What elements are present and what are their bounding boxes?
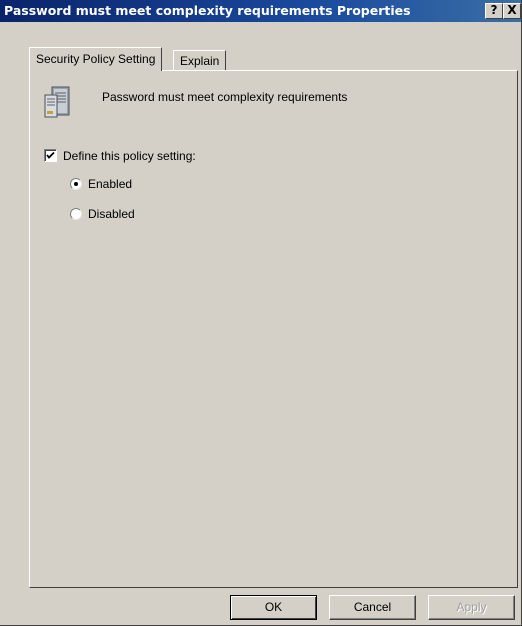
help-button[interactable]: ? <box>485 3 503 19</box>
disabled-label[interactable]: Disabled <box>88 207 135 221</box>
radio-selected-dot <box>74 182 78 186</box>
tab-explain[interactable]: Explain <box>173 50 227 71</box>
enabled-label[interactable]: Enabled <box>88 177 132 191</box>
properties-dialog: Password must meet complexity requiremen… <box>0 0 522 626</box>
window-title: Password must meet complexity requiremen… <box>4 3 411 18</box>
tab-security-policy-setting[interactable]: Security Policy Setting <box>29 47 163 71</box>
ok-button[interactable]: OK <box>230 595 317 620</box>
close-button[interactable]: X <box>503 3 521 19</box>
define-policy-checkbox[interactable] <box>44 149 57 162</box>
cancel-button[interactable]: Cancel <box>329 595 416 620</box>
title-bar[interactable]: Password must meet complexity requiremen… <box>0 0 521 22</box>
enabled-radio[interactable] <box>70 178 82 190</box>
tab-panel: Password must meet complexity requiremen… <box>29 70 518 588</box>
disabled-radio[interactable] <box>70 208 82 220</box>
server-policy-icon <box>44 86 70 118</box>
policy-name: Password must meet complexity requiremen… <box>102 90 348 104</box>
apply-button[interactable]: Apply <box>428 595 515 620</box>
checkmark-icon <box>46 151 55 159</box>
define-policy-label[interactable]: Define this policy setting: <box>63 149 196 163</box>
